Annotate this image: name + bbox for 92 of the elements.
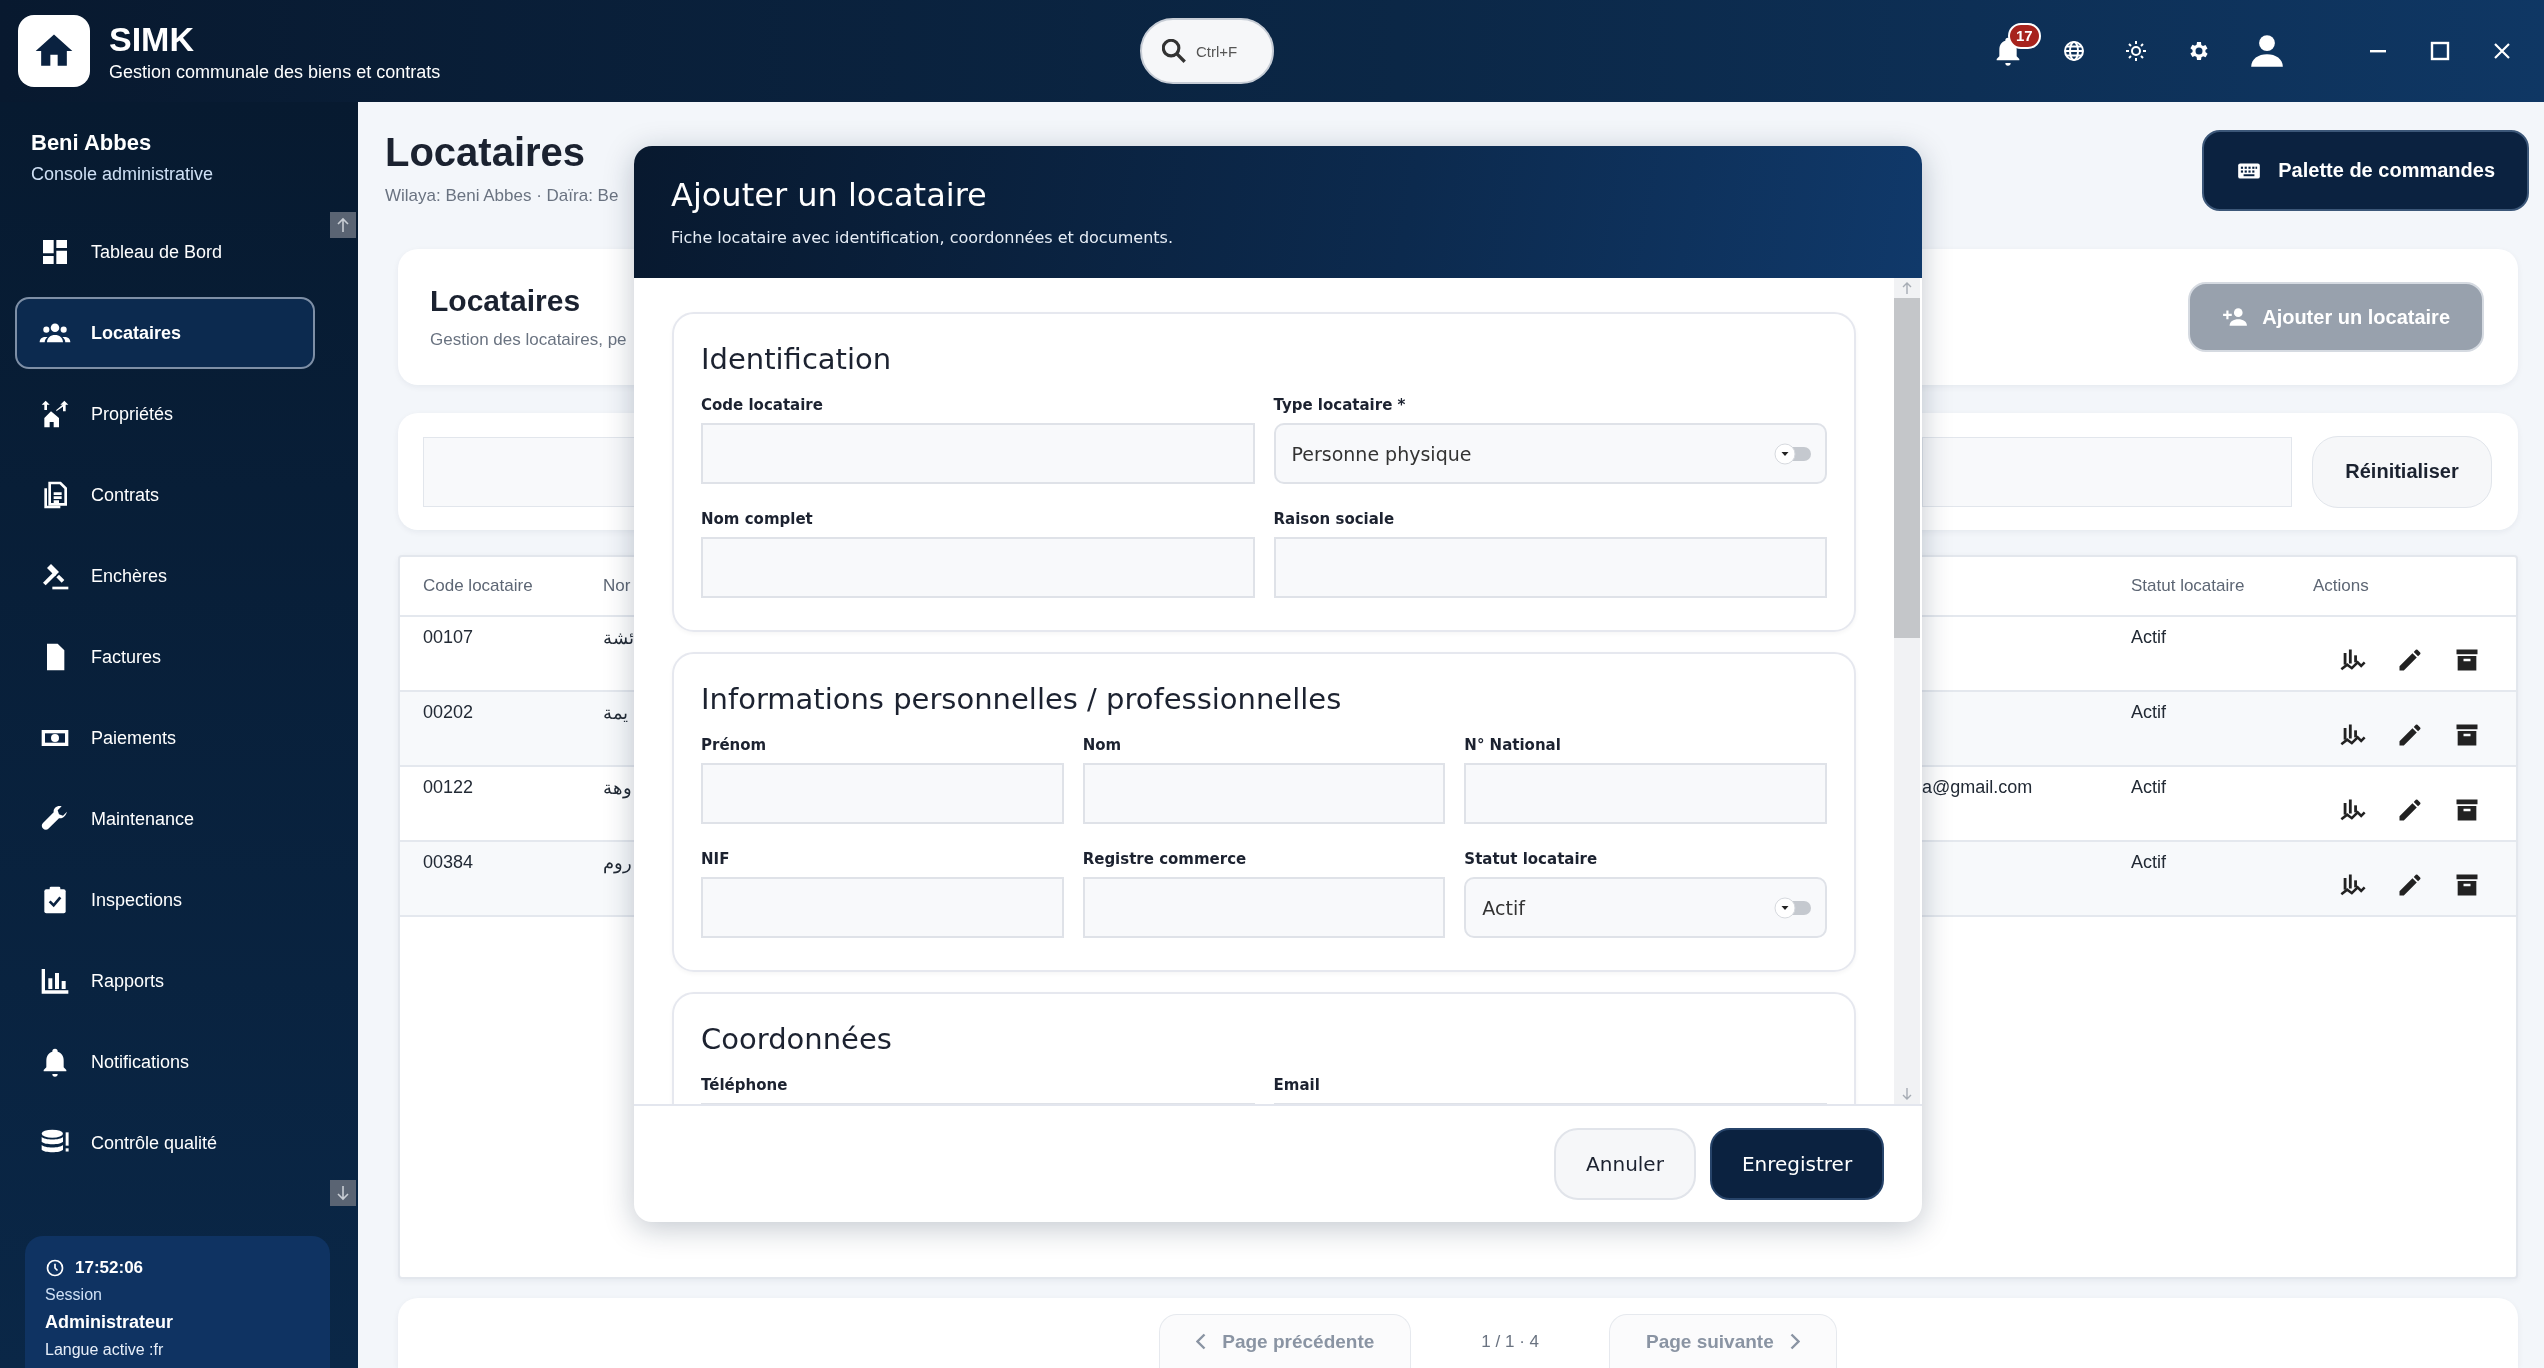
notification-count: 17 <box>2008 23 2041 49</box>
table-cell: Actif <box>2131 627 2166 647</box>
globe-icon[interactable] <box>2062 39 2086 63</box>
sidebar-item[interactable]: Locataires <box>15 297 315 369</box>
select-field[interactable]: Personne physique <box>1273 423 1827 484</box>
save-button[interactable]: Enregistrer <box>1710 1128 1884 1200</box>
form-section-title: Identification <box>701 342 893 376</box>
session-label: Session <box>45 1286 103 1304</box>
input-field[interactable] <box>1464 763 1827 824</box>
column-header: Code locataire <box>423 576 534 596</box>
table-cell: روم <box>603 853 632 873</box>
sidebar-item[interactable]: Factures <box>15 621 315 693</box>
sidebar-item[interactable]: Contrats <box>15 459 315 531</box>
table-cell: وهة <box>603 778 632 798</box>
field-label: Type locataire * <box>1273 396 1407 414</box>
section-title: Locataires <box>430 284 582 318</box>
session-time: 17:52:06 <box>75 1258 144 1278</box>
form-section-title: Coordonnées <box>701 1022 893 1056</box>
input-field[interactable] <box>1082 877 1446 938</box>
form-section-title: Informations personnelles / professionnelles <box>701 682 1343 716</box>
table-cell: a@gmail.com <box>1922 777 2033 797</box>
table-cell: Actif <box>2131 702 2166 722</box>
sidebar-item[interactable]: Maintenance <box>15 783 315 855</box>
home-logo-icon[interactable] <box>18 15 90 87</box>
console-subtitle: Console administrative <box>31 164 215 185</box>
sidebar-item[interactable]: Inspections <box>15 864 315 936</box>
table-cell: يمة <box>603 703 628 723</box>
sidebar-item[interactable]: Paiements <box>15 702 315 774</box>
column-header: Actions <box>2313 576 2370 596</box>
filter-field[interactable] <box>1922 436 2292 507</box>
sidebar-item[interactable]: Propriétés <box>15 378 315 450</box>
table-cell: Actif <box>2131 777 2166 797</box>
session-role: Administrateur <box>45 1312 175 1333</box>
command-palette-button[interactable]: Palette de commandes <box>2202 130 2529 211</box>
field-label: Email <box>1273 1076 1321 1094</box>
houses-icon <box>39 398 71 430</box>
maximize-icon[interactable] <box>2428 39 2452 63</box>
input-field[interactable] <box>1273 537 1827 598</box>
table-cell: 00107 <box>423 627 474 647</box>
scrollbar[interactable] <box>1894 278 1920 1104</box>
input-field[interactable] <box>701 877 1064 938</box>
chevron-left-icon <box>1196 1333 1207 1350</box>
input-field[interactable] <box>701 423 1255 484</box>
field-label: Téléphone <box>701 1076 789 1094</box>
app-name: SIMK <box>109 19 195 58</box>
sidebar-item[interactable]: Contrôle qualité <box>15 1107 315 1179</box>
cancel-button[interactable]: Annuler <box>1554 1128 1696 1200</box>
input-field[interactable] <box>1082 763 1446 824</box>
column-header: Nor <box>603 576 632 596</box>
table-cell: ئشة <box>603 628 634 648</box>
sidebar-item[interactable]: Notifications <box>15 1026 315 1098</box>
column-header: Statut locataire <box>2131 576 2246 596</box>
field-label: Statut locataire <box>1464 850 1599 868</box>
reset-button[interactable]: Réinitialiser <box>2312 435 2492 508</box>
field-label: N° National <box>1464 736 1562 754</box>
user-icon[interactable] <box>2248 32 2286 70</box>
field-label: NIF <box>701 850 731 868</box>
active-language: Langue active :fr <box>45 1341 165 1359</box>
field-label: Nom complet <box>701 510 814 528</box>
page-title: Locataires <box>385 130 587 174</box>
dropdown-icon <box>1773 441 1813 466</box>
input-field[interactable] <box>701 763 1064 824</box>
table-cell: Actif <box>2131 852 2166 872</box>
scrollbar-thumb[interactable] <box>1894 298 1920 638</box>
table-cell: 00202 <box>423 702 474 722</box>
field-label: Prénom <box>701 736 768 754</box>
sidebar-item[interactable]: Enchères <box>15 540 315 612</box>
municipality-name: Beni Abbes <box>31 130 153 156</box>
dropdown-icon <box>1773 895 1813 920</box>
brightness-icon[interactable] <box>2124 39 2148 63</box>
search-icon <box>1162 39 1186 63</box>
field-label: Raison sociale <box>1273 510 1396 528</box>
field-label: Nom <box>1082 736 1123 754</box>
table-cell: 00384 <box>423 852 474 872</box>
scroll-down-icon[interactable] <box>330 1180 356 1206</box>
sidebar-item[interactable]: Tableau de Bord <box>15 216 315 288</box>
section-subtitle: Gestion des locataires, pe <box>430 330 627 350</box>
chevron-right-icon <box>1789 1333 1800 1350</box>
breadcrumb: Wilaya: Beni Abbes · Daïra: Be <box>385 186 619 206</box>
clock-icon <box>45 1258 65 1278</box>
dialog-subtitle: Fiche locataire avec identification, coordonnées et documents. <box>671 228 1175 247</box>
field-label: Code locataire <box>701 396 824 414</box>
table-cell: 00122 <box>423 777 474 797</box>
app-subtitle: Gestion communale des biens et contrats <box>109 61 441 83</box>
page-info: 1 / 1 · 4 <box>1481 1332 1539 1353</box>
dialog-title: Ajouter un locataire <box>671 176 988 214</box>
input-field[interactable] <box>701 537 1255 598</box>
select-field[interactable]: Actif <box>1464 877 1827 938</box>
sidebar-item[interactable]: Rapports <box>15 945 315 1017</box>
field-label: Registre commerce <box>1082 850 1248 868</box>
scroll-up-icon[interactable] <box>330 212 356 238</box>
search-button[interactable]: Ctrl+F <box>1140 18 1274 84</box>
